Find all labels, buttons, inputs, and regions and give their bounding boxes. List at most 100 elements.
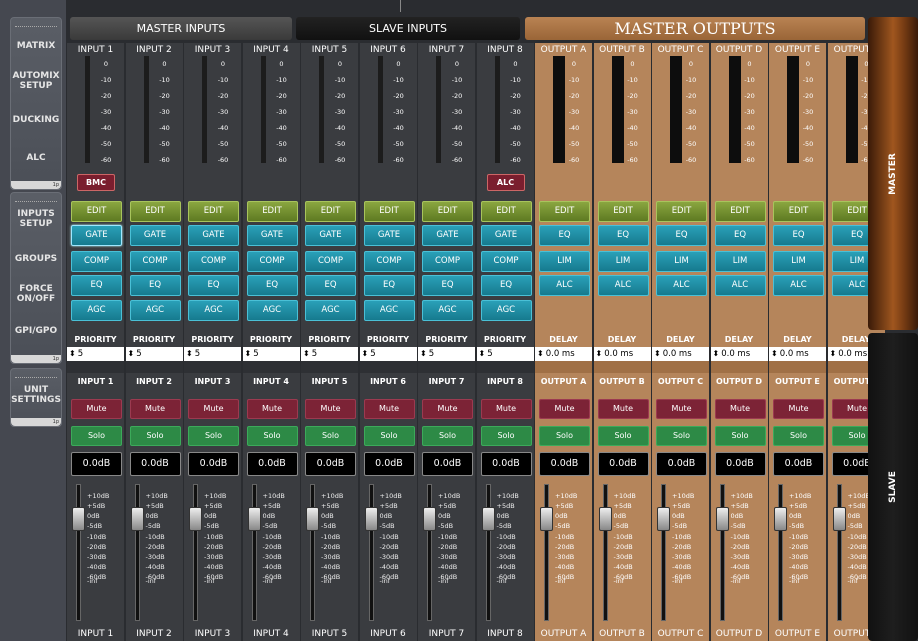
alc-button[interactable]: ALC bbox=[714, 275, 766, 296]
sidebar-item-automix-setup[interactable]: AUTOMIX SETUP bbox=[11, 71, 61, 91]
priority-stepper[interactable]: ⬍ 5 bbox=[125, 347, 183, 361]
gate-button[interactable]: GATE bbox=[363, 225, 415, 246]
eq-button[interactable]: EQ bbox=[597, 225, 649, 246]
agc-button[interactable]: AGC bbox=[129, 300, 181, 321]
stepper-arrows-icon[interactable]: ⬍ bbox=[245, 349, 252, 358]
eq-button[interactable]: EQ bbox=[305, 275, 356, 296]
gate-button[interactable]: GATE bbox=[71, 225, 122, 246]
priority-stepper[interactable]: ⬍ 5 bbox=[242, 347, 300, 361]
sidebar-item-alc[interactable]: ALC bbox=[11, 153, 61, 163]
sidebar-item-unit-settings[interactable]: UNIT SETTINGS bbox=[11, 385, 61, 405]
stepper-arrows-icon[interactable]: ⬍ bbox=[771, 349, 778, 358]
sidebar-item-force-on-off[interactable]: FORCE ON/OFF bbox=[11, 284, 61, 304]
stepper-arrows-icon[interactable]: ⬍ bbox=[303, 349, 310, 358]
mute-button[interactable]: Mute bbox=[246, 399, 298, 419]
fader-track[interactable] bbox=[661, 484, 666, 621]
fader-track[interactable] bbox=[193, 484, 198, 621]
eq-button[interactable]: EQ bbox=[422, 275, 473, 296]
delay-stepper[interactable]: ⬍ 0.0 ms bbox=[535, 347, 592, 361]
mute-button[interactable]: Mute bbox=[714, 399, 766, 419]
stepper-arrows-icon[interactable]: ⬍ bbox=[713, 349, 720, 358]
mute-button[interactable]: Mute bbox=[480, 399, 532, 419]
eq-button[interactable]: EQ bbox=[71, 275, 122, 296]
mute-button[interactable]: Mute bbox=[422, 399, 473, 419]
solo-button[interactable]: Solo bbox=[363, 426, 415, 446]
gate-button[interactable]: GATE bbox=[246, 225, 298, 246]
mute-button[interactable]: Mute bbox=[597, 399, 649, 419]
fader-track[interactable] bbox=[251, 484, 257, 621]
eq-button[interactable]: EQ bbox=[480, 275, 532, 296]
priority-stepper[interactable]: ⬍ 5 bbox=[301, 347, 358, 361]
sidebar-item-gpi-gpo[interactable]: GPI/GPO bbox=[11, 326, 61, 336]
fader-knob[interactable] bbox=[774, 507, 787, 531]
edit-button[interactable]: EDIT bbox=[129, 201, 181, 222]
fader-track[interactable] bbox=[544, 484, 549, 621]
stepper-arrows-icon[interactable]: ⬍ bbox=[69, 349, 76, 358]
fader-knob[interactable] bbox=[657, 507, 670, 531]
slave-unit-button[interactable]: SLAVE bbox=[868, 333, 918, 641]
mute-button[interactable]: Mute bbox=[129, 399, 181, 419]
solo-button[interactable]: Solo bbox=[714, 426, 766, 446]
scroll-handle[interactable] bbox=[400, 0, 401, 12]
priority-stepper[interactable]: ⬍ 5 bbox=[359, 347, 417, 361]
edit-button[interactable]: EDIT bbox=[363, 201, 415, 222]
mute-button[interactable]: Mute bbox=[656, 399, 707, 419]
agc-button[interactable]: AGC bbox=[71, 300, 122, 321]
mute-button[interactable]: Mute bbox=[773, 399, 824, 419]
priority-stepper[interactable]: ⬍ 5 bbox=[418, 347, 475, 361]
solo-button[interactable]: Solo bbox=[422, 426, 473, 446]
fader-knob[interactable] bbox=[598, 507, 612, 531]
comp-button[interactable]: COMP bbox=[305, 251, 356, 272]
comp-button[interactable]: COMP bbox=[246, 251, 298, 272]
sidebar-item-ducking[interactable]: DUCKING bbox=[11, 115, 61, 125]
stepper-arrows-icon[interactable]: ⬍ bbox=[362, 349, 369, 358]
fader-knob[interactable] bbox=[364, 507, 378, 531]
eq-button[interactable]: EQ bbox=[714, 225, 766, 246]
fader-track[interactable] bbox=[310, 484, 315, 621]
fader-track[interactable] bbox=[368, 484, 374, 621]
fader-track[interactable] bbox=[836, 484, 842, 621]
edit-button[interactable]: EDIT bbox=[773, 201, 824, 222]
fader-knob[interactable] bbox=[540, 507, 553, 531]
fader-track[interactable] bbox=[602, 484, 608, 621]
agc-button[interactable]: AGC bbox=[422, 300, 473, 321]
gate-button[interactable]: GATE bbox=[480, 225, 532, 246]
delay-stepper[interactable]: ⬍ 0.0 ms bbox=[769, 347, 826, 361]
master-unit-button[interactable]: MASTER bbox=[868, 17, 918, 330]
delay-stepper[interactable]: ⬍ 0.0 ms bbox=[710, 347, 768, 361]
comp-button[interactable]: COMP bbox=[422, 251, 473, 272]
fader-track[interactable] bbox=[485, 484, 491, 621]
lim-button[interactable]: LIM bbox=[714, 251, 766, 272]
alc-button[interactable]: ALC bbox=[539, 275, 590, 296]
comp-button[interactable]: COMP bbox=[129, 251, 181, 272]
fader-track[interactable] bbox=[134, 484, 140, 621]
solo-button[interactable]: Solo bbox=[71, 426, 122, 446]
grip-handle[interactable] bbox=[15, 195, 57, 202]
comp-button[interactable]: COMP bbox=[71, 251, 122, 272]
solo-button[interactable]: Solo bbox=[773, 426, 824, 446]
gate-button[interactable]: GATE bbox=[305, 225, 356, 246]
stepper-arrows-icon[interactable]: ⬍ bbox=[128, 349, 135, 358]
gate-button[interactable]: GATE bbox=[422, 225, 473, 246]
eq-button[interactable]: EQ bbox=[188, 275, 239, 296]
channel-tag[interactable]: BMC bbox=[77, 174, 115, 191]
mute-button[interactable]: Mute bbox=[539, 399, 590, 419]
comp-button[interactable]: COMP bbox=[188, 251, 239, 272]
eq-button[interactable]: EQ bbox=[246, 275, 298, 296]
fader-knob[interactable] bbox=[832, 507, 846, 531]
stepper-arrows-icon[interactable]: ⬍ bbox=[596, 349, 603, 358]
edit-button[interactable]: EDIT bbox=[422, 201, 473, 222]
fader-track[interactable] bbox=[778, 484, 783, 621]
fader-knob[interactable] bbox=[306, 507, 319, 531]
grip-handle[interactable] bbox=[15, 371, 57, 378]
edit-button[interactable]: EDIT bbox=[656, 201, 707, 222]
alc-button[interactable]: ALC bbox=[597, 275, 649, 296]
fader-knob[interactable] bbox=[715, 507, 729, 531]
fader-knob[interactable] bbox=[189, 507, 202, 531]
eq-button[interactable]: EQ bbox=[656, 225, 707, 246]
sidebar-item-groups[interactable]: GROUPS bbox=[11, 254, 61, 264]
stepper-arrows-icon[interactable]: ⬍ bbox=[830, 349, 837, 358]
fader-knob[interactable] bbox=[247, 507, 261, 531]
stepper-arrows-icon[interactable]: ⬍ bbox=[537, 349, 544, 358]
eq-button[interactable]: EQ bbox=[363, 275, 415, 296]
